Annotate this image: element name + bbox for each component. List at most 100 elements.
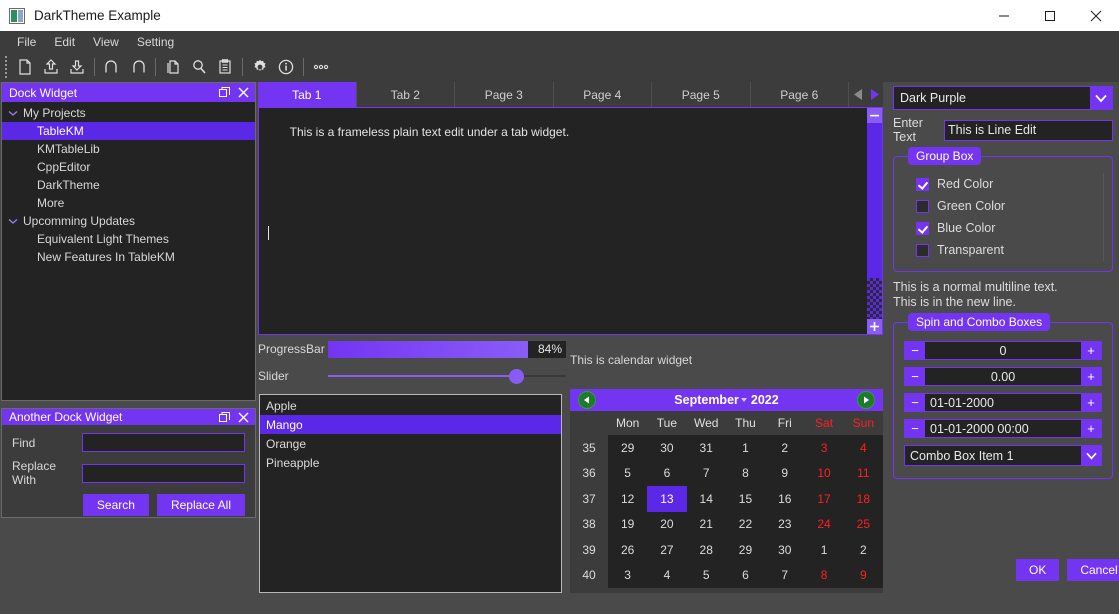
tab-2[interactable]: Tab 2: [356, 82, 455, 107]
calendar-month[interactable]: September: [674, 393, 747, 407]
calendar-day-cell[interactable]: 5: [608, 460, 648, 486]
spin-value[interactable]: 0.00: [925, 368, 1081, 385]
ok-button[interactable]: OK: [1016, 559, 1060, 581]
checkbox-icon[interactable]: [916, 221, 929, 235]
spin-value[interactable]: 01-01-2000 00:00: [925, 420, 1081, 437]
replace-all-button[interactable]: Replace All: [156, 494, 245, 516]
upload-icon[interactable]: [38, 54, 64, 80]
calendar-day-cell[interactable]: 5: [686, 562, 726, 588]
redo-icon[interactable]: [125, 54, 151, 80]
calendar-day-cell[interactable]: 8: [725, 460, 766, 486]
calendar-day-cell[interactable]: 13: [647, 486, 687, 512]
replace-input[interactable]: [82, 463, 245, 483]
close-icon[interactable]: [235, 409, 251, 425]
tree-item[interactable]: More: [2, 194, 255, 212]
spin-increment-button[interactable]: +: [1081, 394, 1101, 411]
arrow-right-circle-icon[interactable]: [857, 391, 875, 409]
find-input[interactable]: [82, 433, 245, 452]
spin-value[interactable]: 0: [925, 342, 1081, 359]
calendar-day-cell[interactable]: 19: [608, 511, 648, 537]
calendar-day-cell[interactable]: 6: [725, 562, 766, 588]
download-icon[interactable]: [64, 54, 90, 80]
calendar-day-cell[interactable]: 7: [765, 562, 805, 588]
calendar-day-cell[interactable]: 25: [843, 511, 883, 537]
tree-item[interactable]: KMTableLib: [2, 140, 255, 158]
list-item[interactable]: Mango: [260, 415, 561, 434]
spin-decrement-button[interactable]: −: [905, 368, 925, 385]
close-icon[interactable]: [235, 85, 251, 101]
calendar-day-cell[interactable]: 1: [804, 537, 844, 563]
checkbox-icon[interactable]: [916, 199, 929, 213]
calendar-day-cell[interactable]: 4: [843, 435, 883, 461]
tree-item[interactable]: My Projects: [2, 104, 255, 122]
tree-item[interactable]: CppEditor: [2, 158, 255, 176]
chevron-left-icon[interactable]: [852, 88, 864, 102]
calendar-day-cell[interactable]: 9: [843, 562, 883, 588]
spin-decrement-button[interactable]: −: [905, 394, 925, 411]
theme-combo-box[interactable]: Dark Purple: [893, 86, 1113, 110]
search-icon[interactable]: [186, 54, 212, 80]
new-file-icon[interactable]: [12, 54, 38, 80]
checkbox-row[interactable]: Blue Color: [916, 217, 1103, 239]
menu-file[interactable]: File: [8, 33, 45, 51]
tab-6[interactable]: Page 6: [750, 82, 849, 107]
checkbox-row[interactable]: Transparent: [916, 239, 1103, 261]
calendar-day-cell[interactable]: 31: [686, 435, 726, 461]
plain-text-edit[interactable]: This is a frameless plain text edit unde…: [259, 108, 867, 334]
calendar-day-cell[interactable]: 29: [725, 537, 766, 563]
calendar-day-cell[interactable]: 20: [647, 511, 687, 537]
paste-icon[interactable]: [212, 54, 238, 80]
chevron-right-icon[interactable]: [868, 88, 880, 102]
calendar-year[interactable]: 2022: [751, 393, 779, 407]
chevron-down-icon[interactable]: [6, 110, 20, 117]
spin-box[interactable]: −0.00 +: [904, 367, 1102, 386]
search-button[interactable]: Search: [82, 494, 149, 516]
calendar-day-cell[interactable]: 4: [647, 562, 687, 588]
calendar-day-cell[interactable]: 24: [804, 511, 844, 537]
tab-5[interactable]: Page 5: [652, 82, 751, 107]
scroll-up-button[interactable]: [867, 108, 882, 123]
enter-text-input[interactable]: [944, 119, 1113, 141]
calendar-day-cell[interactable]: 11: [843, 460, 883, 486]
more-icon[interactable]: [308, 54, 334, 80]
spin-increment-button[interactable]: +: [1081, 342, 1101, 359]
calendar-day-cell[interactable]: 30: [765, 537, 805, 563]
checkbox-icon[interactable]: [916, 177, 929, 191]
slider[interactable]: [328, 366, 566, 386]
list-item[interactable]: Orange: [260, 434, 561, 453]
menu-view[interactable]: View: [84, 33, 128, 51]
checkbox-icon[interactable]: [916, 243, 929, 257]
slider-handle[interactable]: [509, 369, 525, 384]
arrow-left-circle-icon[interactable]: [578, 391, 596, 409]
calendar-day-cell[interactable]: 7: [686, 460, 726, 486]
scrollbar-thumb[interactable]: [867, 123, 882, 278]
calendar-day-cell[interactable]: 27: [647, 537, 687, 563]
tab-1[interactable]: Tab 1: [258, 82, 357, 107]
spin-increment-button[interactable]: +: [1081, 368, 1101, 385]
float-icon[interactable]: [216, 409, 232, 425]
list-item[interactable]: Apple: [260, 396, 561, 415]
calendar-day-cell[interactable]: 17: [804, 486, 844, 512]
calendar-day-cell[interactable]: 28: [686, 537, 726, 563]
chevron-down-icon[interactable]: [6, 218, 20, 225]
calendar-day-cell[interactable]: 2: [843, 537, 883, 563]
calendar-day-cell[interactable]: 12: [608, 486, 648, 512]
calendar-day-cell[interactable]: 2: [765, 435, 805, 461]
cancel-button[interactable]: Cancel: [1067, 559, 1119, 581]
calendar-day-cell[interactable]: 26: [608, 537, 648, 563]
scrollbar-trough[interactable]: [867, 278, 882, 319]
calendar-day-cell[interactable]: 15: [725, 486, 766, 512]
gear-icon[interactable]: [247, 54, 273, 80]
tab-4[interactable]: Page 4: [553, 82, 652, 107]
calendar-day-cell[interactable]: 30: [647, 435, 687, 461]
tree-item[interactable]: Equivalent Light Themes: [2, 230, 255, 248]
calendar-day-cell[interactable]: 8: [804, 562, 844, 588]
calendar-day-cell[interactable]: 18: [843, 486, 883, 512]
tree-item[interactable]: TableKM: [2, 122, 255, 140]
spin-decrement-button[interactable]: −: [905, 342, 925, 359]
undo-icon[interactable]: [99, 54, 125, 80]
calendar-day-cell[interactable]: 14: [686, 486, 726, 512]
spin-box[interactable]: −01-01-2000 00:00 +: [904, 419, 1102, 438]
calendar-day-cell[interactable]: 22: [725, 511, 766, 537]
item-combo-box[interactable]: Combo Box Item 1: [904, 445, 1102, 466]
